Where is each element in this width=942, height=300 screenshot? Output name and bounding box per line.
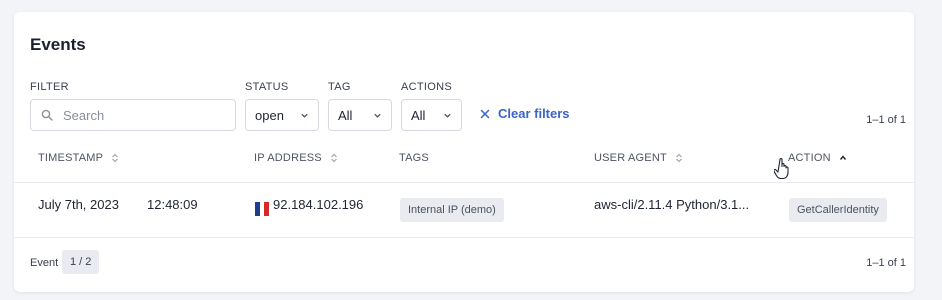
actions-select-value: All [411,107,426,123]
event-label: Event [30,257,59,269]
flag-stripe [264,202,270,216]
result-count-top: 1–1 of 1 [866,114,906,126]
tag-select[interactable]: All [328,99,392,131]
actions-select[interactable]: All [401,99,462,131]
row-divider [14,237,914,238]
column-header-action[interactable]: ACTION [788,152,847,164]
sort-icon [330,153,337,163]
column-header-ip-address[interactable]: IP ADDRESS [254,152,338,164]
events-panel: Events FILTER STATUS TAG ACTIONS open Al… [14,12,914,292]
column-header-timestamp[interactable]: TIMESTAMP [38,152,119,164]
column-header-tags-label: TAGS [399,152,429,164]
sort-icon [676,153,682,163]
chevron-down-icon [301,113,308,118]
page-indicator[interactable]: 1 / 2 [62,250,100,274]
ip-address: 92.184.102.196 [273,197,364,212]
tag-chip[interactable]: Internal IP (demo) [400,198,504,222]
column-header-action-label: ACTION [788,152,831,164]
actions-label: ACTIONS [401,81,452,93]
status-select-value: open [255,107,284,123]
search-field[interactable] [30,99,236,131]
search-input[interactable] [63,107,223,123]
sort-ascending-icon [839,155,846,160]
action-chip[interactable]: GetCallerIdentity [789,198,887,222]
clear-filters-label: Clear filters [498,106,570,121]
tag-label: TAG [328,81,351,93]
filter-label: FILTER [30,81,69,93]
column-header-ip-address-label: IP ADDRESS [254,152,322,164]
hand-cursor-icon [774,157,789,179]
search-icon [41,109,53,121]
column-header-timestamp-label: TIMESTAMP [38,152,104,164]
france-flag-icon [255,202,270,216]
clear-filters-button[interactable]: Clear filters [480,106,570,121]
sort-icon [112,153,119,163]
tag-select-value: All [338,107,353,123]
close-icon [480,109,490,118]
chevron-down-icon [374,113,381,118]
column-header-tags: TAGS [399,152,429,164]
panel-title: Events [30,35,86,54]
timestamp-date: July 7th, 2023 [38,197,119,212]
chevron-down-icon [444,113,451,118]
status-label: STATUS [245,81,289,93]
result-count-bottom: 1–1 of 1 [866,257,906,269]
user-agent: aws-cli/2.11.4 Python/3.1... [594,197,750,212]
column-header-user-agent[interactable]: USER AGENT [594,152,683,164]
status-select[interactable]: open [245,99,319,131]
table-row[interactable]: July 7th, 2023 12:48:09 92.184.102.196 I… [14,183,914,237]
timestamp-time: 12:48:09 [147,197,198,212]
column-header-user-agent-label: USER AGENT [594,152,667,164]
